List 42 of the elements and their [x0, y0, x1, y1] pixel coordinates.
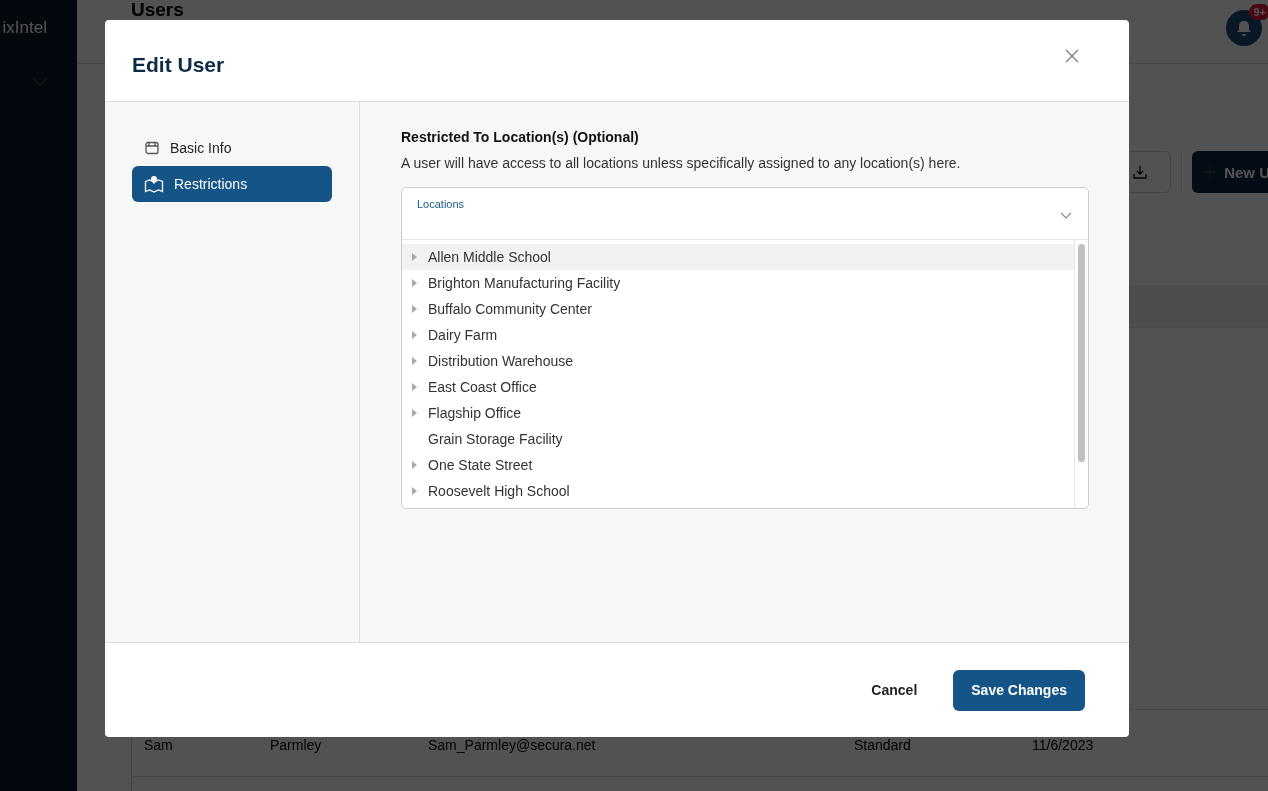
- table-cell: 11/6/2023: [1032, 737, 1094, 753]
- logo-text: ixIntel: [2, 18, 47, 38]
- location-option[interactable]: One State Street: [402, 452, 1074, 478]
- locations-select[interactable]: Locations: [402, 188, 1088, 240]
- bell-icon: [1235, 19, 1253, 37]
- save-changes-button[interactable]: Save Changes: [953, 669, 1085, 711]
- location-option[interactable]: Buffalo Community Center: [402, 296, 1074, 322]
- location-option[interactable]: Distribution Warehouse: [402, 348, 1074, 374]
- location-option[interactable]: Roosevelt High School: [402, 478, 1074, 504]
- expand-arrow-icon[interactable]: [412, 279, 418, 287]
- section-description: A user will have access to all locations unless specifically assigned to any location(s) here.: [401, 155, 962, 171]
- table-cell-text: Parmley: [270, 737, 323, 753]
- location-option[interactable]: Flagship Office: [402, 400, 1074, 426]
- expand-arrow-icon[interactable]: [412, 487, 418, 495]
- nav-tab[interactable]: Basic Info: [132, 130, 332, 166]
- table-cell-text: Sam_Parmley@secura.net: [428, 737, 597, 753]
- dialog-title: Edit User: [132, 52, 225, 77]
- location-option[interactable]: Brighton Manufacturing Facility: [402, 270, 1074, 296]
- chevron-down-icon: [1060, 212, 1072, 220]
- section-title: Restricted To Location(s) (Optional): [401, 129, 640, 145]
- scrollbar[interactable]: [1074, 240, 1088, 508]
- cancel-button[interactable]: Cancel: [847, 670, 942, 710]
- expand-arrow-icon[interactable]: [412, 331, 418, 339]
- calendar-icon: [144, 140, 160, 156]
- expand-arrow-icon[interactable]: [412, 383, 418, 391]
- location-option[interactable]: Dairy Farm: [402, 322, 1074, 348]
- location-option[interactable]: Allen Middle School: [402, 244, 1074, 270]
- location-option[interactable]: Grain Storage Facility: [402, 426, 1074, 452]
- expand-arrow-icon[interactable]: [412, 305, 418, 313]
- location-option[interactable]: East Coast Office: [402, 374, 1074, 400]
- expand-arrow-icon[interactable]: [412, 253, 418, 261]
- expand-arrow-icon[interactable]: [412, 409, 418, 417]
- expand-arrow-icon[interactable]: [412, 461, 418, 469]
- map-pin-icon: [144, 175, 164, 193]
- close-icon[interactable]: [1064, 47, 1080, 64]
- nav-tab[interactable]: Restrictions: [132, 166, 332, 202]
- notification-badge: 9+: [1249, 4, 1268, 20]
- page-title: Users: [131, 0, 184, 19]
- download-icon: [1132, 165, 1149, 179]
- table-cell-text: Standard: [854, 737, 912, 753]
- expand-arrow-icon[interactable]: [412, 357, 418, 365]
- table-cell-text: Sam: [143, 737, 174, 753]
